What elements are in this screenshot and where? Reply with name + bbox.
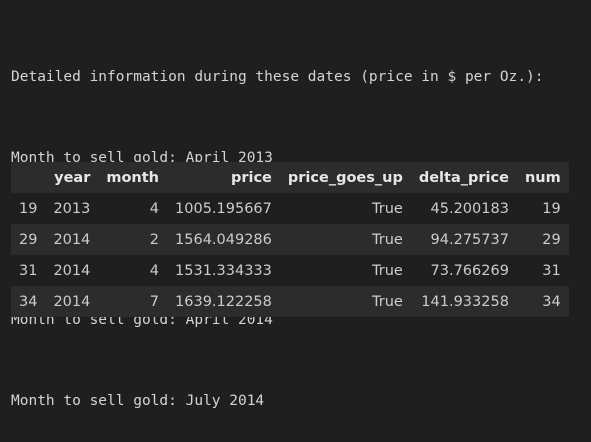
cell-price: 1005.195667 (175, 200, 272, 217)
cell-num: 19 (542, 200, 561, 217)
table-row: 19 2013 4 1005.195667 True 45.200183 19 (11, 193, 569, 224)
column-header-delta-price: delta_price (418, 169, 509, 186)
cell-num: 34 (542, 293, 561, 310)
row-index: 31 (19, 262, 38, 279)
cell-price-goes-up: True (372, 293, 403, 310)
cell-year: 2013 (53, 200, 91, 217)
cell-month: 2 (149, 231, 160, 248)
cell-price: 1639.122258 (175, 293, 272, 310)
cell-delta-price: 94.275737 (430, 231, 509, 248)
cell-price: 1564.049286 (175, 231, 272, 248)
table-row: 31 2014 4 1531.334333 True 73.766269 31 (11, 255, 569, 286)
cell-month: 4 (149, 200, 160, 217)
cell-delta-price: 73.766269 (430, 262, 509, 279)
row-index: 29 (19, 231, 38, 248)
cell-num: 31 (542, 262, 561, 279)
cell-price-goes-up: True (372, 262, 403, 279)
cell-price-goes-up: True (372, 231, 403, 248)
dataframe-table: year month price price_goes_up delta_pri… (11, 162, 569, 317)
cell-delta-price: 141.933258 (421, 293, 509, 310)
output-header-line: Detailed information during these dates … (11, 69, 544, 85)
column-header-num: num (524, 169, 561, 186)
row-index: 34 (19, 293, 38, 310)
row-index: 19 (19, 200, 38, 217)
cell-year: 2014 (53, 293, 91, 310)
cell-year: 2014 (53, 262, 91, 279)
output-line: Month to sell gold: July 2014 (11, 393, 265, 409)
table-row: 29 2014 2 1564.049286 True 94.275737 29 (11, 224, 569, 255)
index-header (11, 162, 45, 193)
column-header-year: year (54, 169, 91, 186)
column-header-month: month (106, 169, 160, 186)
table-header-row: year month price price_goes_up delta_pri… (11, 162, 569, 193)
cell-month: 7 (149, 293, 160, 310)
column-header-price: price (230, 169, 272, 186)
cell-price-goes-up: True (372, 200, 403, 217)
cell-num: 29 (542, 231, 561, 248)
cell-month: 4 (149, 262, 160, 279)
cell-delta-price: 45.200183 (430, 200, 509, 217)
cell-price: 1531.334333 (175, 262, 272, 279)
cell-year: 2014 (53, 231, 91, 248)
column-header-price-goes-up: price_goes_up (287, 169, 403, 186)
table-row: 34 2014 7 1639.122258 True 141.933258 34 (11, 286, 569, 317)
